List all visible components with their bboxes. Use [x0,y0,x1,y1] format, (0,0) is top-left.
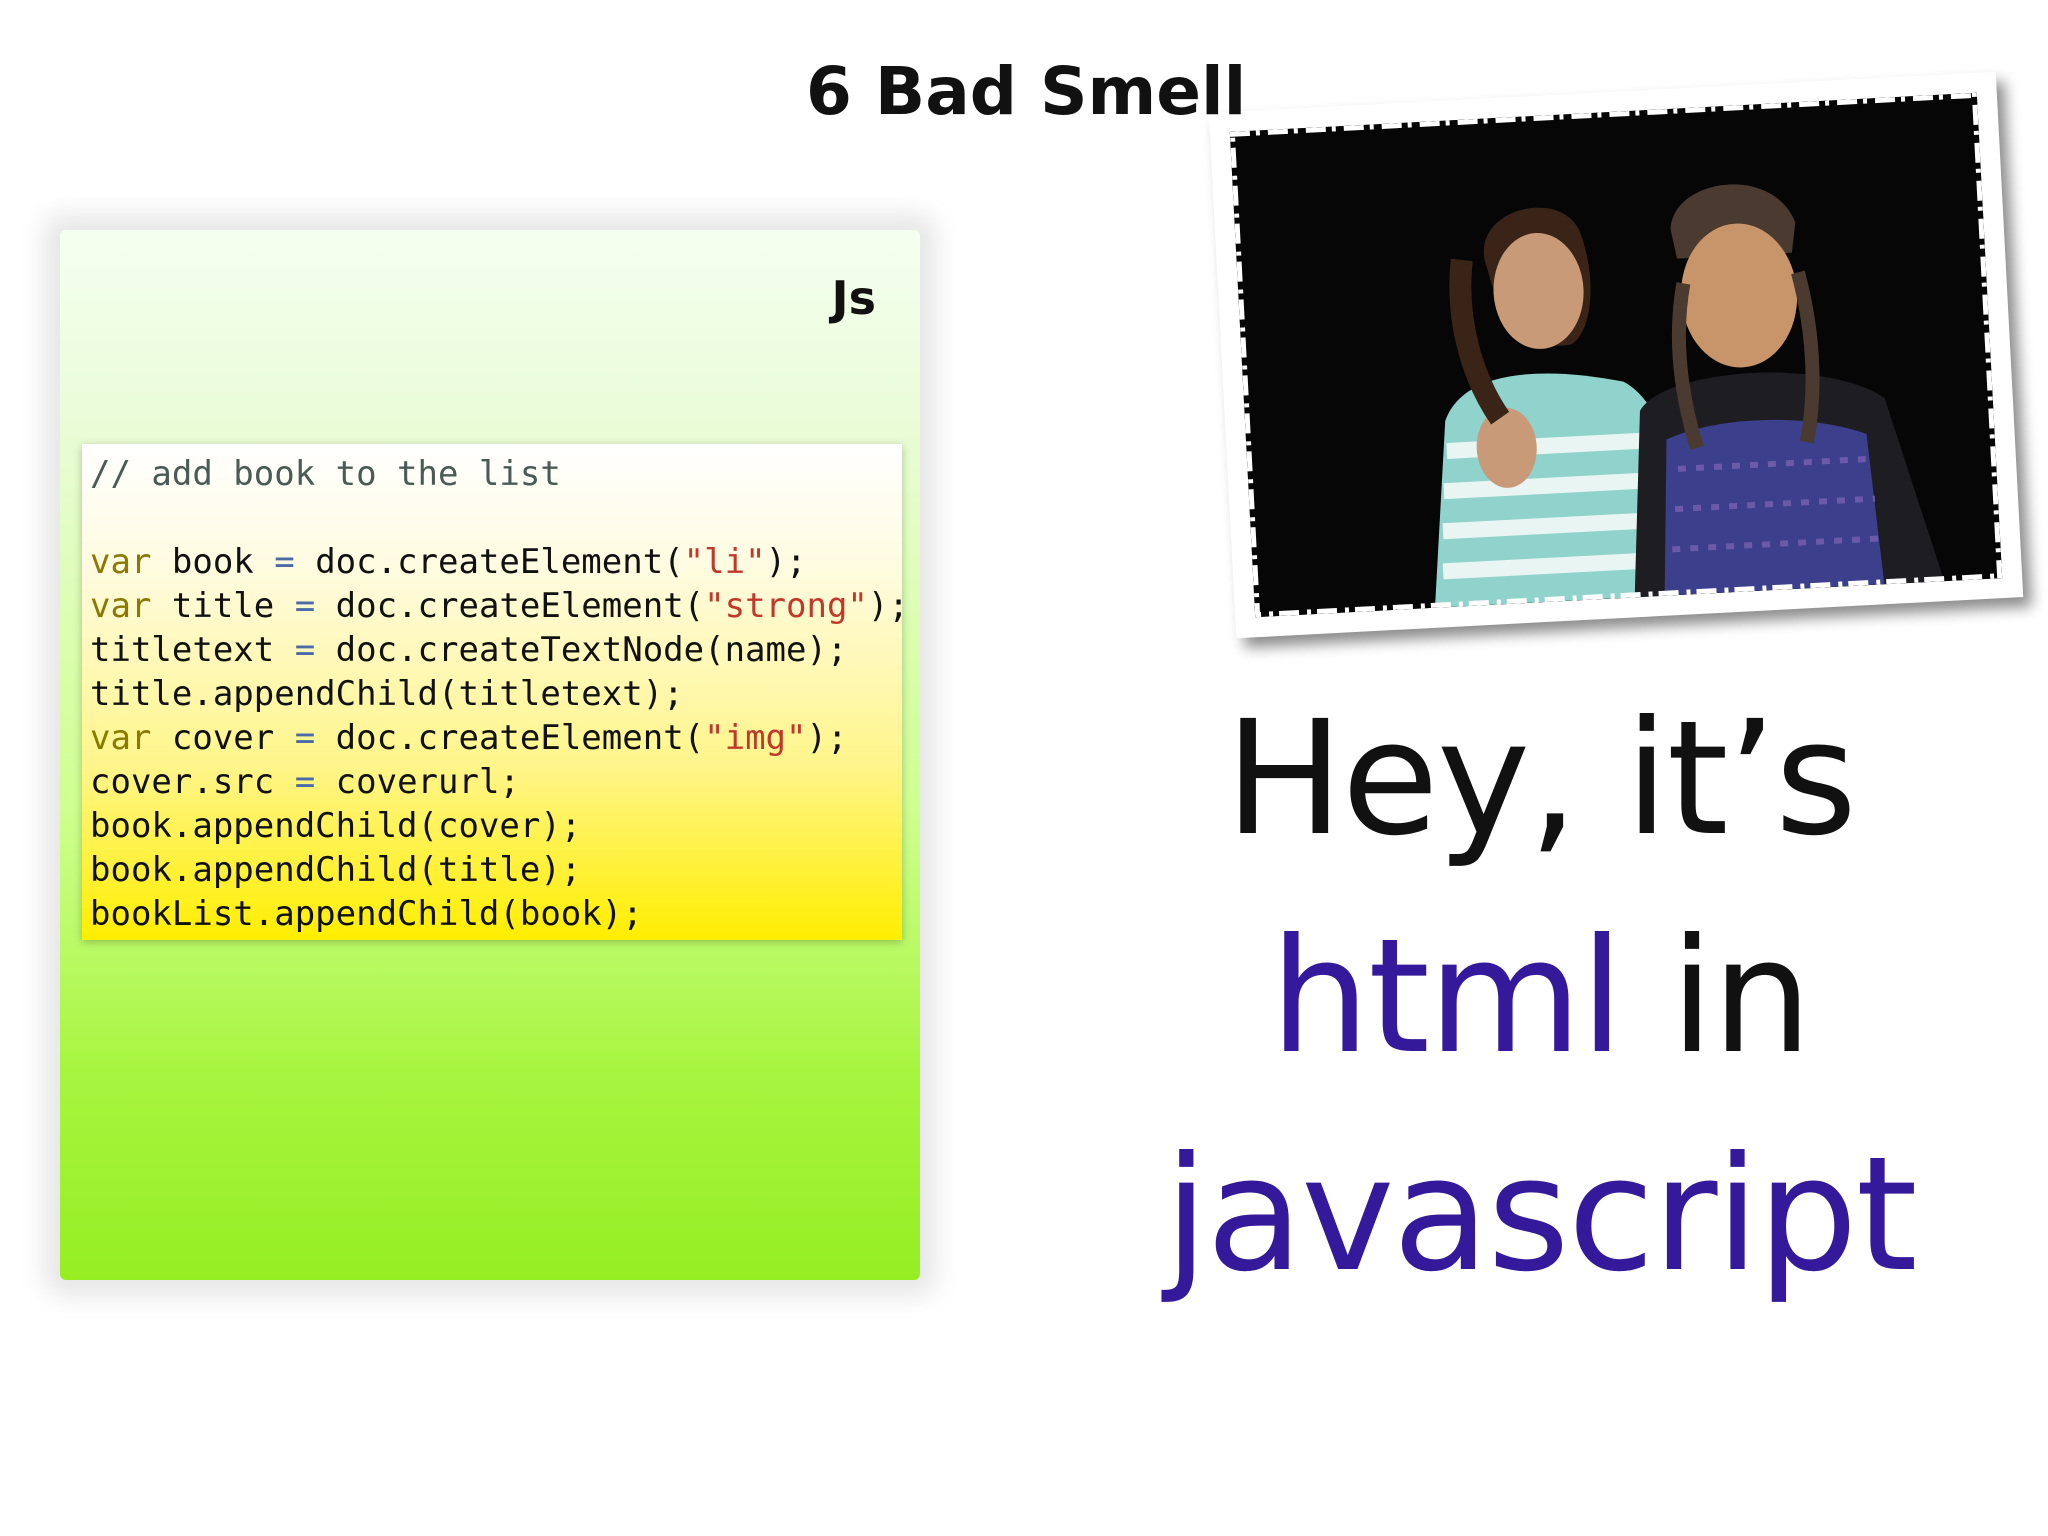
code-token: = [294,586,316,626]
code-token: ); [806,718,848,758]
code-token: "img" [704,718,807,758]
js-code-panel: Js // add book to the list var book = doc… [60,230,920,1280]
code-token: var [90,542,152,582]
code-token: doc.createElement( [294,542,684,582]
code-token: ); [867,586,909,626]
statement-line-2: html in [1090,888,1990,1106]
code-line: book.appendChild(cover); [90,804,902,848]
code-token: title.appendChild(titletext); [90,674,684,714]
code-token: var [90,586,152,626]
code-token: titletext [90,630,295,670]
slide-title: 6 Bad Smell [806,53,1247,130]
code-line: book.appendChild(title); [90,848,902,892]
code-token: title [151,586,295,626]
statement-line-3: javascript [1164,1123,1917,1307]
code-token: = [294,718,316,758]
code-token: book.appendChild(title); [90,850,582,890]
main-statement: Hey, it’s html in javascript [1090,670,1990,1324]
code-line: title.appendChild(titletext); [90,672,902,716]
code-token: var [90,718,152,758]
code-token: = [274,542,295,582]
statement-accent-html: html [1269,905,1624,1089]
code-line: var title = doc.createElement("strong"); [90,584,909,628]
photo [1208,71,2024,639]
statement-line-2-rest: in [1621,905,1812,1089]
code-line: bookList.appendChild(book); [90,892,902,936]
code-token: doc.createElement( [315,586,705,626]
code-token: = [294,762,316,802]
code-token: book [151,542,275,582]
code-token: doc.createElement( [315,718,705,758]
code-token: "strong" [704,586,868,626]
code-token: book.appendChild(cover); [90,806,582,846]
code-token: doc.createTextNode(name); [315,630,848,670]
code-line: cover.src = coverurl; [90,760,902,804]
code-line: // add book to the list [90,452,902,496]
code-token: bookList.appendChild(book); [90,894,643,934]
code-token: ); [765,542,807,582]
photo-image [1229,92,2003,618]
code-line: var book = doc.createElement("li"); [90,540,902,584]
code-token: = [294,630,316,670]
panel-label: Js [831,271,877,325]
statement-line-1: Hey, it’s [1224,687,1857,871]
code-line: var cover = doc.createElement("img"); [90,716,902,760]
code-token: cover.src [90,762,295,802]
code-token: coverurl; [315,762,520,802]
code-token: // add book to the list [90,454,561,494]
code-block: // add book to the list var book = doc.cr… [82,444,909,940]
code-token: cover [151,718,295,758]
code-token: "li" [683,542,766,582]
code-line: titletext = doc.createTextNode(name); [90,628,902,672]
